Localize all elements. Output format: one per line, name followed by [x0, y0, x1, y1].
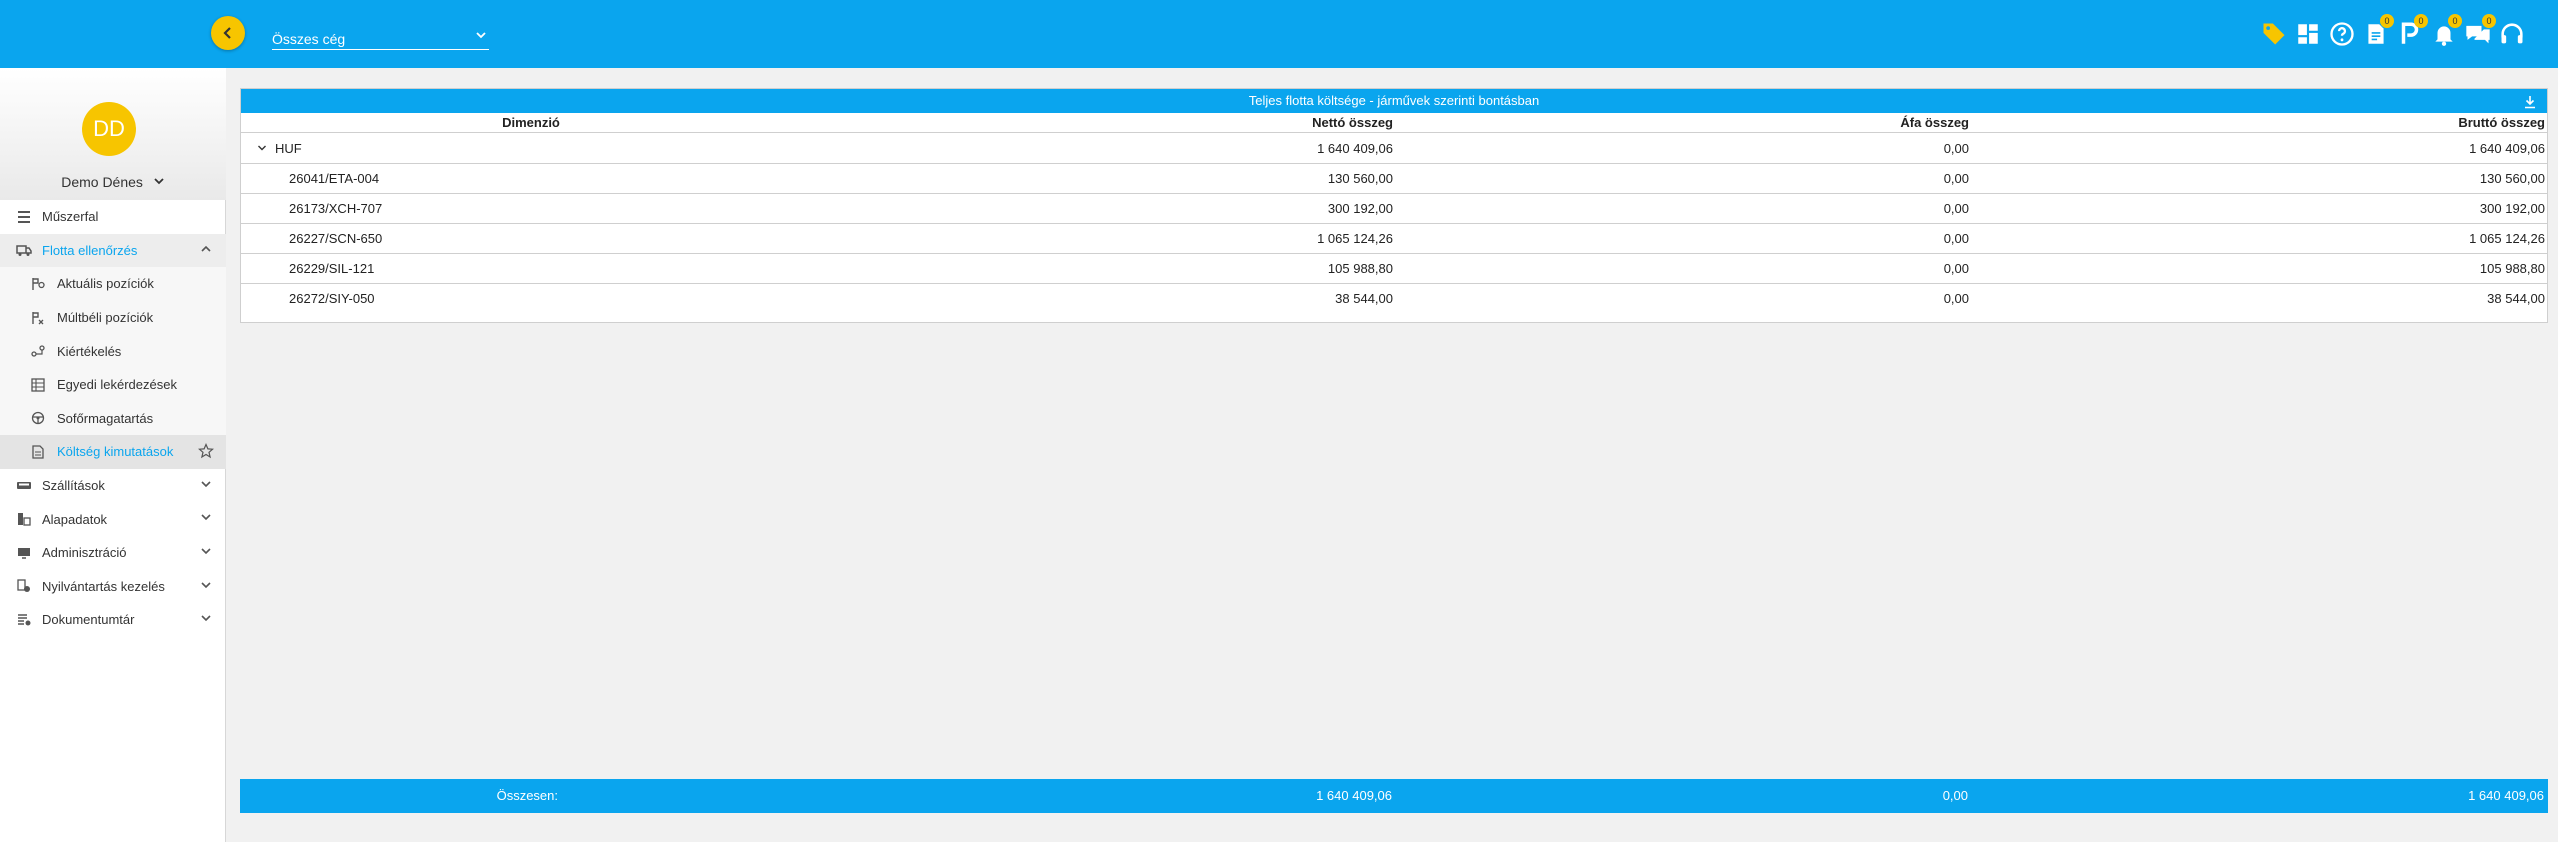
sidebar-item-document-store[interactable]: Dokumentumtár [0, 603, 226, 637]
table-row[interactable]: 26272/SIY-050 38 544,00 0,00 38 544,00 [241, 284, 2547, 314]
sidebar-item-label: Flotta ellenőrzés [42, 242, 138, 258]
sidebar-item-current-positions[interactable]: Aktuális pozíciók [0, 267, 226, 301]
table-row[interactable]: 26227/SCN-650 1 065 124,26 0,00 1 065 12… [241, 224, 2547, 254]
sidebar-item-label: Szállítások [42, 478, 105, 494]
row-gross: 1 640 409,06 [2469, 141, 2545, 156]
top-bar: Összes cég 0 0 0 0 [0, 0, 2558, 68]
database-icon [14, 509, 34, 529]
table-row-group[interactable]: HUF 1 640 409,06 0,00 1 640 409,06 [241, 134, 2547, 164]
user-name: Demo Dénes [61, 174, 143, 190]
list-icon [14, 207, 34, 227]
notifications-badge: 0 [2448, 14, 2462, 28]
sidebar-item-label: Sofőrmagatartás [57, 410, 154, 426]
column-header-gross[interactable]: Bruttó összeg [241, 113, 2545, 133]
sidebar: DD Demo Dénes Műszerfal Flotta ellenőrzé… [0, 68, 226, 842]
steering-wheel-icon [28, 408, 48, 428]
total-gross: 1 640 409,06 [2468, 788, 2544, 803]
monitor-icon [14, 543, 34, 563]
chevron-left-icon [223, 27, 231, 39]
document-icon [14, 610, 34, 630]
row-gross: 130 560,00 [2479, 171, 2545, 186]
sidebar-item-evaluation[interactable]: Kiértékelés [0, 334, 226, 368]
report-title-bar: Teljes flotta költsége - járművek szerin… [241, 89, 2547, 113]
sidebar-item-cost-reports[interactable]: Költség kimutatások [0, 435, 226, 469]
table-row[interactable]: 26173/XCH-707 300 192,00 0,00 300 192,00 [241, 194, 2547, 224]
bus-icon [14, 476, 34, 496]
tag-icon[interactable] [2258, 16, 2290, 52]
company-select-value: Összes cég [272, 31, 346, 47]
sidebar-item-label: Aktuális pozíciók [57, 276, 154, 292]
total-row: Összesen: 1 640 409,06 0,00 1 640 409,06 [240, 779, 2548, 813]
nav-menu: Műszerfal Flotta ellenőrzés Aktuális poz… [0, 200, 226, 637]
chevron-down-icon [200, 511, 212, 526]
documents-badge: 0 [2380, 14, 2394, 28]
row-gross: 105 988,80 [2479, 261, 2545, 276]
sidebar-item-shipments[interactable]: Szállítások [0, 469, 226, 503]
registry-icon [14, 576, 34, 596]
headset-icon[interactable] [2496, 16, 2528, 52]
sidebar-item-registry[interactable]: Nyilvántartás kezelés [0, 570, 226, 604]
query-icon [28, 375, 48, 395]
report-icon [28, 442, 48, 462]
chevron-down-icon [200, 545, 212, 560]
evaluation-icon [28, 341, 48, 361]
table-row[interactable]: 26229/SIL-121 105 988,80 0,00 105 988,80 [241, 254, 2547, 284]
map-pin-icon [28, 274, 48, 294]
sidebar-item-label: Dokumentumtár [42, 612, 135, 628]
row-gross: 1 065 124,26 [2469, 231, 2545, 246]
collapse-sidebar-button[interactable] [211, 16, 245, 50]
company-select[interactable]: Összes cég [272, 28, 489, 50]
chevron-down-icon [200, 478, 212, 493]
avatar[interactable]: DD [82, 102, 136, 156]
parking-badge: 0 [2414, 14, 2428, 28]
sidebar-item-past-positions[interactable]: Múltbéli pozíciók [0, 300, 226, 335]
sidebar-item-label: Költség kimutatások [57, 444, 174, 460]
sidebar-item-label: Egyedi lekérdezések [57, 377, 177, 393]
user-profile: DD Demo Dénes [0, 68, 226, 200]
star-icon[interactable] [197, 443, 215, 462]
table-header: Dimenzió Nettó összeg Áfa összeg Bruttó … [241, 113, 2547, 133]
sidebar-item-driver-behaviour[interactable]: Sofőrmagatartás [0, 401, 226, 436]
row-gross: 300 192,00 [2479, 201, 2545, 216]
sidebar-item-label: Nyilvántartás kezelés [42, 578, 165, 594]
sidebar-item-label: Műszerfal [42, 209, 99, 225]
report-title: Teljes flotta költsége - járművek szerin… [1248, 93, 1540, 108]
sidebar-item-administration[interactable]: Adminisztráció [0, 536, 226, 570]
dashboard-icon[interactable] [2292, 16, 2324, 52]
sidebar-item-custom-queries[interactable]: Egyedi lekérdezések [0, 367, 226, 402]
messages-badge: 0 [2482, 14, 2496, 28]
chevron-down-icon [475, 28, 487, 44]
chevron-down-icon [154, 178, 164, 185]
help-icon[interactable] [2326, 16, 2358, 52]
sidebar-item-dashboard[interactable]: Műszerfal [0, 200, 226, 234]
sidebar-item-label: Kiértékelés [57, 343, 122, 359]
truck-icon [14, 240, 34, 260]
sidebar-item-label: Múltbéli pozíciók [57, 310, 154, 326]
route-icon [28, 308, 48, 328]
row-gross: 38 544,00 [2487, 291, 2545, 306]
report-panel: Teljes flotta költsége - járművek szerin… [240, 88, 2548, 323]
chevron-down-icon [200, 612, 212, 627]
chevron-down-icon [200, 579, 212, 594]
chevron-up-icon [200, 243, 212, 258]
chat-icon[interactable]: 0 [2462, 14, 2496, 52]
bell-icon[interactable]: 0 [2428, 14, 2462, 52]
sidebar-item-master-data[interactable]: Alapadatok [0, 502, 226, 536]
sidebar-item-fleet-control[interactable]: Flotta ellenőrzés [0, 233, 226, 268]
user-menu[interactable]: Demo Dénes [0, 174, 226, 190]
table-row[interactable]: 26041/ETA-004 130 560,00 0,00 130 560,00 [241, 164, 2547, 194]
sidebar-item-label: Adminisztráció [42, 545, 127, 561]
documents-icon[interactable]: 0 [2360, 14, 2394, 52]
parking-icon[interactable]: 0 [2394, 14, 2428, 52]
sidebar-item-label: Alapadatok [42, 511, 108, 527]
